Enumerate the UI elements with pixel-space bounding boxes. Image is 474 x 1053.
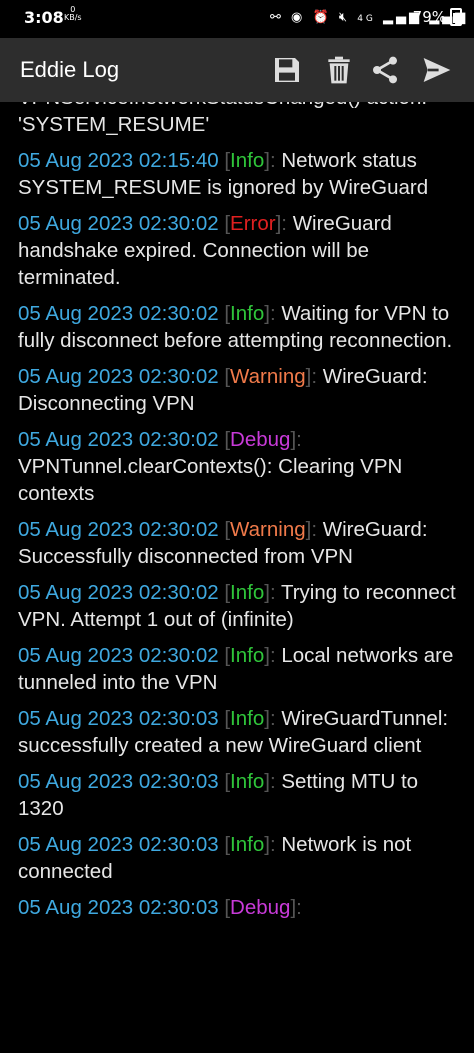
log-level: Error — [230, 212, 276, 235]
network-speed-unit: KB/s — [64, 13, 82, 22]
log-entry: 05 Aug 2023 02:30:02 [Warning]: WireGuar… — [18, 516, 458, 570]
log-entry: 05 Aug 2023 02:30:03 [Info]: Setting MTU… — [18, 768, 458, 822]
log-bracket-close: ]: — [290, 428, 302, 451]
send-icon — [423, 58, 451, 82]
log-entry: 05 Aug 2023 02:30:02 [Debug]: VPNTunnel.… — [18, 426, 458, 507]
log-level: Warning — [230, 518, 306, 541]
log-timestamp: 05 Aug 2023 02:30:02 — [18, 644, 219, 667]
save-icon — [275, 58, 299, 82]
log-entry: 05 Aug 2023 02:15:40 [Info]: Network sta… — [18, 147, 458, 201]
log-entry: 05 Aug 2023 02:30:02 [Info]: Waiting for… — [18, 300, 458, 354]
log-timestamp: 05 Aug 2023 02:30:02 — [18, 365, 219, 388]
page-title: Eddie Log — [20, 57, 120, 82]
send-button[interactable] — [418, 51, 456, 89]
battery: 79% — [413, 8, 462, 26]
log-bracket-close: ]: — [264, 302, 282, 325]
alarm-icon: ⏰ — [312, 10, 332, 25]
log-level: Debug — [230, 896, 291, 919]
log-timestamp: 05 Aug 2023 02:30:03 — [18, 896, 219, 919]
log-level: Debug — [230, 428, 291, 451]
log-bracket-open: [ — [218, 212, 231, 235]
log-level: Info — [230, 644, 265, 667]
log-level: Info — [230, 302, 265, 325]
log-entry: 05 Aug 2023 02:30:02 [Warning]: WireGuar… — [18, 363, 458, 417]
log-level: Warning — [230, 365, 306, 388]
log-bracket-close: ]: — [264, 707, 282, 730]
log-bracket-open: [ — [218, 365, 231, 388]
log-bracket-close: ]: — [290, 896, 302, 919]
notification-icon: ◉ — [291, 10, 306, 25]
log-timestamp: 05 Aug 2023 02:30:03 — [18, 770, 219, 793]
share-icon — [373, 56, 397, 84]
log-bracket-open: [ — [218, 896, 231, 919]
log-timestamp: 05 Aug 2023 02:30:03 — [18, 707, 219, 730]
battery-icon — [450, 8, 462, 26]
log-timestamp: 05 Aug 2023 02:30:02 — [18, 302, 219, 325]
log-level: Info — [230, 770, 265, 793]
toolbar: Eddie Log — [0, 38, 474, 102]
log-bracket-open: [ — [218, 149, 231, 172]
log-message: VPNTunnel.clearContexts(): Clearing VPN … — [18, 455, 403, 505]
log-bracket-open: [ — [218, 770, 231, 793]
log-bracket-close: ]: — [264, 644, 282, 667]
log-bracket-close: ]: — [305, 518, 323, 541]
log-bracket-close: ]: — [264, 770, 282, 793]
status-time: 3:08 — [24, 8, 64, 27]
log-entry: 05 Aug 2023 02:30:03 [Debug]: — [18, 894, 458, 921]
log-bracket-open: [ — [218, 518, 231, 541]
log-bracket-open: [ — [218, 833, 231, 856]
log-bracket-close: ]: — [264, 833, 282, 856]
log-level: Info — [230, 707, 265, 730]
log-entry: 05 Aug 2023 02:30:03 [Info]: WireGuardTu… — [18, 705, 458, 759]
log-level: Info — [230, 581, 265, 604]
log-list: VPNService.networkStatusChanged() action… — [18, 102, 458, 930]
delete-button[interactable] — [320, 51, 358, 89]
trash-icon — [328, 56, 350, 84]
log-timestamp: 05 Aug 2023 02:30:02 — [18, 212, 219, 235]
log-bracket-open: [ — [218, 428, 231, 451]
share-button[interactable] — [366, 51, 404, 89]
log-timestamp: 05 Aug 2023 02:30:02 — [18, 518, 219, 541]
status-bar: 3:08 0 KB/s ⚯ ◉ ⏰ 🔇︎ 4G ▂▄▆ ▂▄▆ 79% — [0, 0, 474, 38]
log-bracket-open: [ — [218, 302, 231, 325]
log-timestamp: 05 Aug 2023 02:30:02 — [18, 581, 219, 604]
log-bracket-open: [ — [218, 707, 231, 730]
log-timestamp: 05 Aug 2023 02:30:03 — [18, 833, 219, 856]
log-bracket-close: ]: — [264, 149, 282, 172]
log-entry: 05 Aug 2023 02:30:03 [Info]: Network is … — [18, 831, 458, 885]
log-entry-partial: VPNService.networkStatusChanged() action… — [18, 102, 427, 136]
log-view[interactable]: VPNService.networkStatusChanged() action… — [0, 102, 474, 1053]
log-timestamp: 05 Aug 2023 02:15:40 — [18, 149, 219, 172]
log-bracket-close: ]: — [275, 212, 293, 235]
network-speed: 0 KB/s — [64, 6, 82, 22]
log-entry: 05 Aug 2023 02:30:02 [Info]: Trying to r… — [18, 579, 458, 633]
battery-level: 79% — [412, 8, 446, 26]
log-bracket-open: [ — [218, 581, 231, 604]
link-icon: ⚯ — [270, 10, 284, 25]
log-timestamp: 05 Aug 2023 02:30:02 — [18, 428, 219, 451]
log-level: Info — [230, 149, 265, 172]
save-button[interactable] — [268, 51, 306, 89]
log-bracket-open: [ — [218, 644, 231, 667]
mute-icon: 🔇︎ — [338, 10, 351, 25]
log-entry: 05 Aug 2023 02:30:02 [Info]: Local netwo… — [18, 642, 458, 696]
signal-type: 4G — [357, 14, 376, 24]
log-bracket-close: ]: — [264, 581, 281, 604]
log-level: Info — [230, 833, 265, 856]
log-bracket-close: ]: — [305, 365, 323, 388]
log-entry: 05 Aug 2023 02:30:02 [Error]: WireGuard … — [18, 210, 458, 291]
